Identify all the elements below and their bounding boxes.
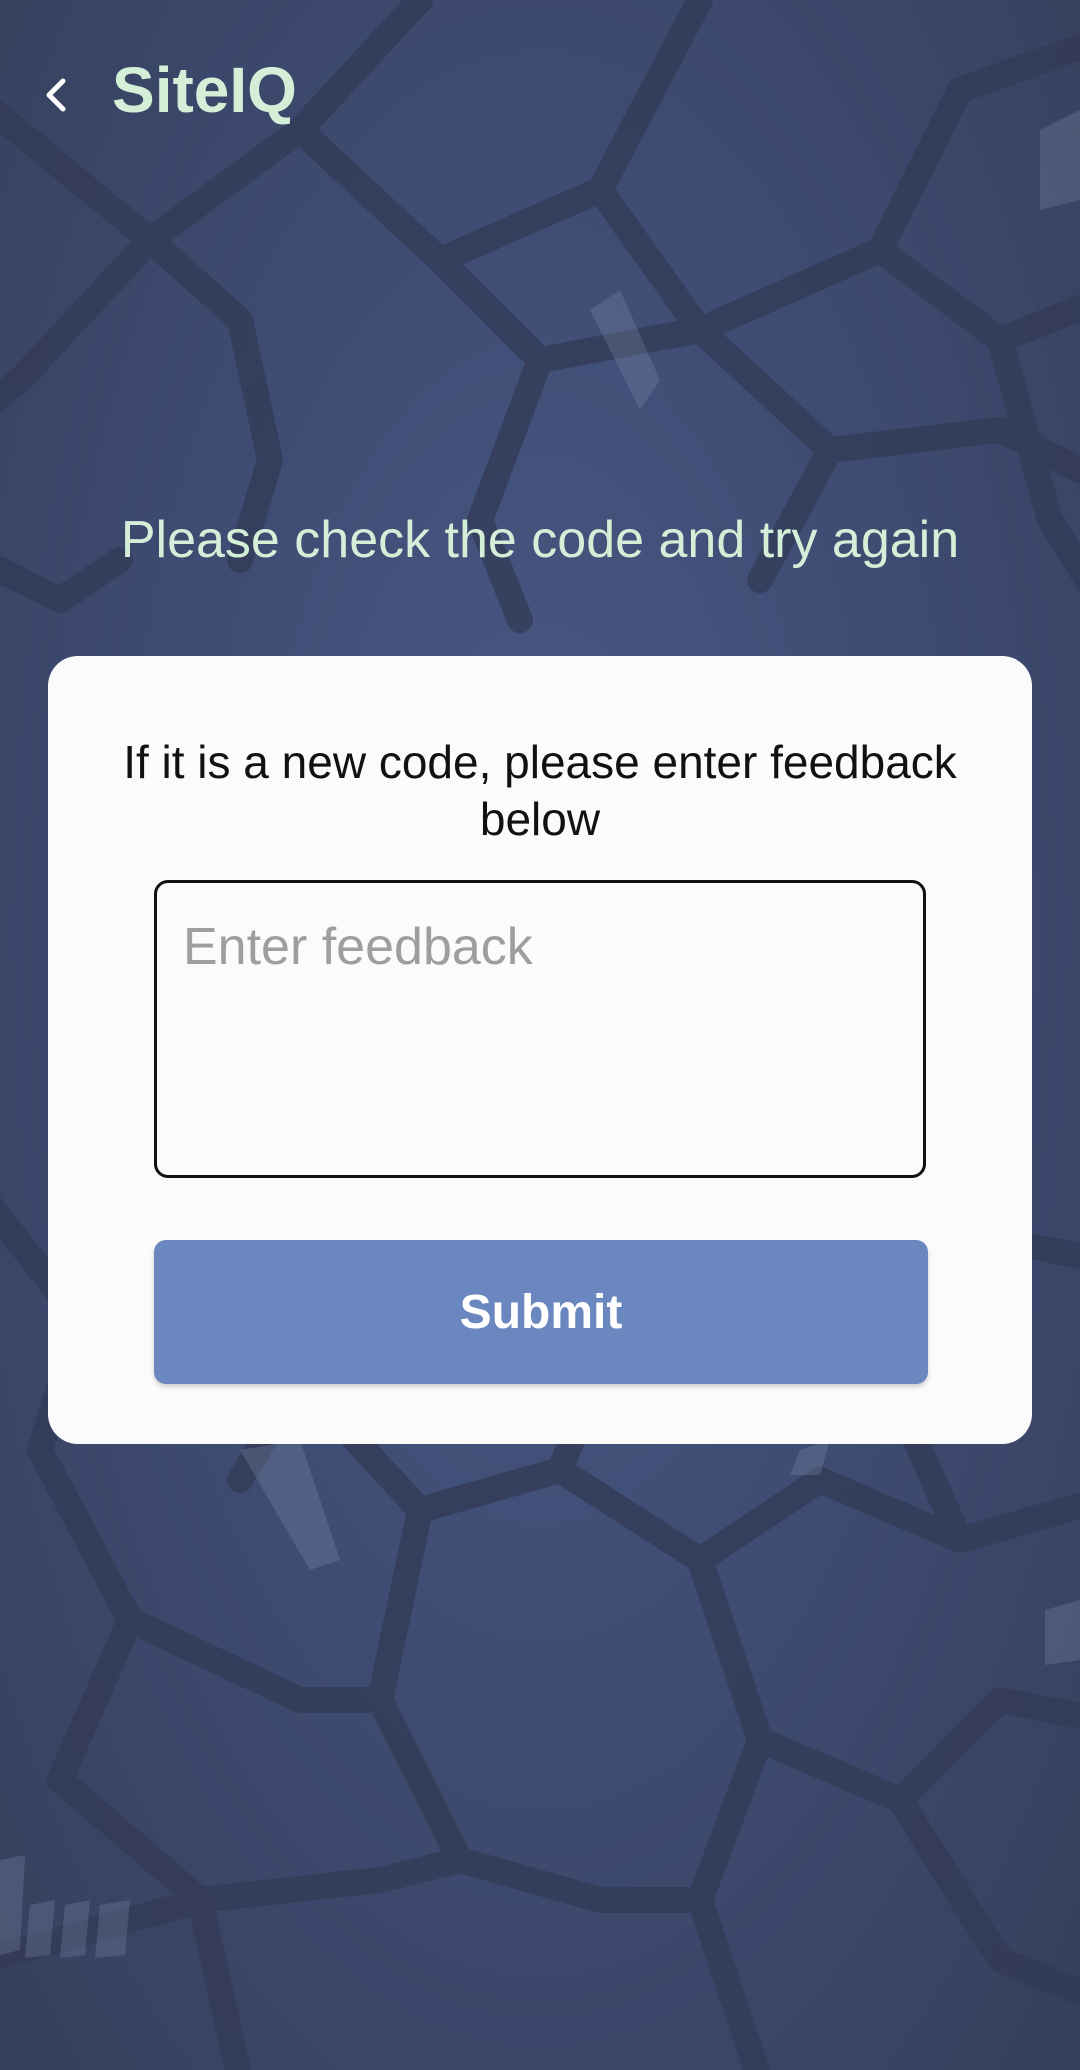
feedback-instruction: If it is a new code, please enter feedba…: [123, 736, 957, 845]
error-message: Please check the code and try again: [120, 511, 960, 569]
feedback-card: If it is a new code, please enter feedba…: [48, 656, 1032, 1444]
app-bar: SiteIQ: [0, 40, 1080, 144]
submit-button[interactable]: Submit: [154, 1240, 928, 1384]
feedback-input[interactable]: [154, 880, 926, 1178]
app-title: SiteIQ: [112, 54, 297, 126]
chevron-left-icon: [46, 78, 66, 112]
back-button[interactable]: [22, 60, 92, 130]
